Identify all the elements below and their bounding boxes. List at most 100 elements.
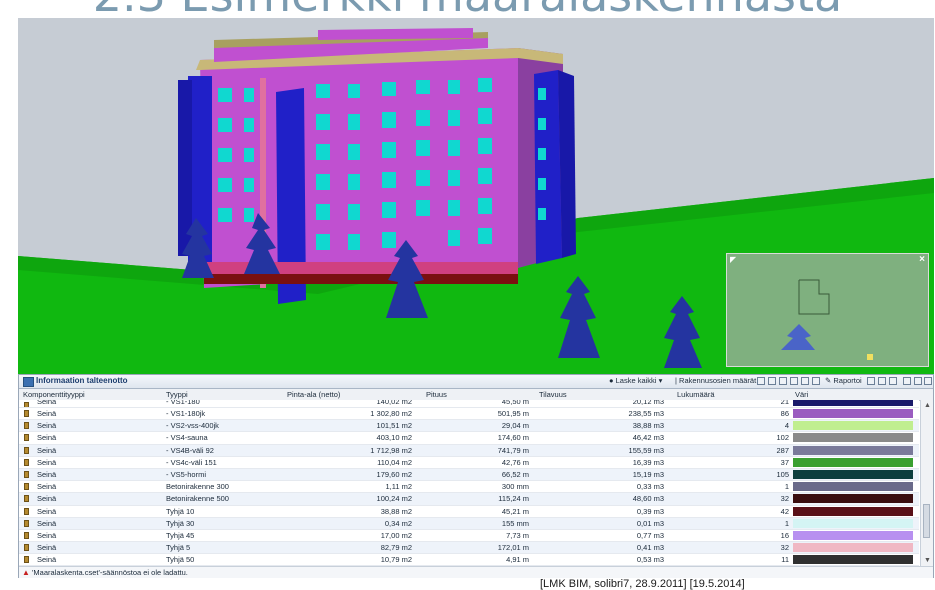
column-header-component[interactable]: Komponenttityyppi bbox=[23, 390, 85, 399]
minimap[interactable]: ◤ × bbox=[726, 253, 929, 367]
table-row[interactable]: Seinä Tyhjä 50 10,79 m2 4,91 m 0,53 m3 11 bbox=[19, 554, 919, 566]
cell-area: 179,60 m2 bbox=[376, 469, 412, 479]
cell-count: 21 bbox=[780, 400, 789, 406]
cell-type: - VS2-vss-400jk bbox=[166, 421, 219, 431]
cell-count: 1 bbox=[784, 518, 789, 528]
wall-icon bbox=[24, 519, 29, 527]
cell-volume: 20,12 m3 bbox=[632, 400, 664, 406]
cell-component: Seinä bbox=[37, 445, 57, 455]
foundation bbox=[204, 274, 518, 284]
wall-icon bbox=[24, 410, 29, 417]
status-message: 'Maaralaskenta.cset'-säännöstoa ei ole l… bbox=[32, 568, 188, 577]
color-swatch bbox=[793, 518, 913, 528]
table-row[interactable]: Seinä Betonirakenne 500 100,24 m2 115,24 m 4… bbox=[19, 493, 919, 506]
filter-icon[interactable] bbox=[889, 377, 897, 385]
collapse-icon[interactable] bbox=[878, 377, 886, 385]
cell-volume: 0,53 m3 bbox=[636, 555, 664, 565]
columns-icon[interactable] bbox=[812, 377, 820, 385]
cell-length: 42,76 m bbox=[501, 457, 529, 467]
cell-length: 174,60 m bbox=[497, 433, 529, 443]
scroll-down-icon[interactable]: ▼ bbox=[924, 557, 931, 564]
table-row[interactable]: Seinä - VS2-vss-400jk 101,51 m2 29,04 m 38,8… bbox=[19, 420, 919, 433]
building-parts-dropdown[interactable]: | Rakennusosien määrät ▾ bbox=[675, 376, 762, 385]
table-row[interactable]: Seinä - VS4-sauna 403,10 m2 174,60 m 46,42 m… bbox=[19, 432, 919, 445]
cell-area: 17,00 m2 bbox=[380, 530, 412, 540]
calc-all-label: Laske kaikki bbox=[615, 376, 657, 385]
cell-count: 86 bbox=[780, 409, 789, 418]
cell-count: 32 bbox=[780, 494, 789, 504]
scroll-thumb[interactable] bbox=[923, 504, 930, 538]
cell-component: Seinä bbox=[37, 506, 57, 516]
table-icon[interactable] bbox=[779, 377, 787, 385]
column-header-volume[interactable]: Tilavuus bbox=[539, 390, 567, 399]
cell-type: - VS4c-väli 151 bbox=[166, 457, 217, 467]
wall-icon bbox=[24, 495, 29, 503]
wall-icon bbox=[24, 507, 29, 515]
expand-icon[interactable] bbox=[867, 377, 875, 385]
open-folder-icon[interactable] bbox=[768, 377, 776, 385]
table-row[interactable]: Seinä Tyhjä 45 17,00 m2 7,73 m 0,77 m3 16 bbox=[19, 529, 919, 543]
model-viewport[interactable]: ◤ × bbox=[18, 18, 934, 374]
color-swatch bbox=[793, 433, 913, 443]
wall-icon bbox=[24, 434, 29, 442]
report-button[interactable]: ✎ Raportoi bbox=[825, 376, 862, 385]
cell-type: - VS4-sauna bbox=[166, 433, 208, 443]
wall-icon bbox=[24, 531, 29, 539]
color-swatch bbox=[793, 530, 913, 540]
calc-all-button[interactable]: ● Laske kaikki ▾ bbox=[609, 376, 662, 385]
cell-area: 82,79 m2 bbox=[380, 543, 412, 553]
cell-component: Seinä bbox=[37, 518, 57, 528]
column-header-count[interactable]: Lukumäärä bbox=[677, 390, 715, 399]
panel-header: Informaation talteenotto ● Laske kaikki … bbox=[19, 375, 933, 389]
export-icon[interactable] bbox=[801, 377, 809, 385]
vertical-scrollbar[interactable]: ▲ ▼ bbox=[920, 400, 933, 566]
cell-volume: 0,39 m3 bbox=[636, 506, 664, 516]
cell-volume: 46,42 m3 bbox=[632, 433, 664, 443]
cell-area: 10,79 m2 bbox=[380, 555, 412, 565]
table-row[interactable]: Seinä - VS1-180 140,02 m2 45,50 m 20,12 … bbox=[19, 400, 919, 408]
copy-icon[interactable] bbox=[790, 377, 798, 385]
status-bar: ▲ 'Maaralaskenta.cset'-säännöstoa ei ole… bbox=[19, 566, 933, 578]
cell-area: 101,51 m2 bbox=[376, 421, 412, 431]
cell-volume: 0,41 m3 bbox=[636, 543, 664, 553]
color-swatch bbox=[793, 506, 913, 516]
cell-length: 155 mm bbox=[501, 518, 529, 528]
cell-component: Seinä bbox=[37, 433, 57, 443]
cell-length: 115,24 m bbox=[498, 494, 529, 504]
cell-type: - VS5-hormi bbox=[166, 469, 207, 479]
cell-area: 110,04 m2 bbox=[377, 457, 412, 467]
cell-count: 4 bbox=[784, 421, 789, 431]
cell-volume: 0,33 m3 bbox=[636, 482, 664, 492]
wall-icon bbox=[24, 458, 29, 466]
cell-type: - VS1-180jk bbox=[166, 409, 206, 418]
column-header-area[interactable]: Pinta-ala (netto) bbox=[287, 390, 340, 399]
cell-volume: 155,59 m3 bbox=[628, 445, 664, 455]
table-row[interactable]: Seinä - VS5-hormi 179,60 m2 66,52 m 15,19 m3… bbox=[19, 468, 919, 482]
new-icon[interactable] bbox=[757, 377, 765, 385]
table-row[interactable]: Seinä - VS1-180jk 1 302,80 m2 501,95 m 238,5… bbox=[19, 408, 919, 421]
cell-component: Seinä bbox=[37, 482, 57, 492]
cell-component: Seinä bbox=[37, 400, 57, 406]
cell-count: 1 bbox=[784, 482, 789, 492]
table-row[interactable]: Seinä Betonirakenne 300 1,11 m2 300 mm 0,33 … bbox=[19, 481, 919, 494]
cell-area: 0,34 m2 bbox=[384, 518, 412, 528]
scroll-up-icon[interactable]: ▲ bbox=[924, 402, 931, 409]
table-row[interactable]: Seinä - VS4B-väli 92 1 712,98 m2 741,79 m 15… bbox=[19, 444, 919, 457]
close-panel-icon[interactable] bbox=[924, 377, 932, 385]
table-row[interactable]: Seinä - VS4c-väli 151 110,04 m2 42,76 m 16,3… bbox=[19, 456, 919, 469]
column-header-length[interactable]: Pituus bbox=[426, 390, 447, 399]
table-row[interactable]: Seinä Tyhjä 5 82,79 m2 172,01 m 0,41 m3 32 bbox=[19, 542, 919, 555]
cell-length: 501,95 m bbox=[497, 409, 529, 418]
cell-component: Seinä bbox=[37, 543, 57, 553]
cell-count: 37 bbox=[780, 457, 789, 467]
cell-volume: 15,19 m3 bbox=[632, 469, 664, 479]
table-row[interactable]: Seinä Tyhjä 30 0,34 m2 155 mm 0,01 m3 1 bbox=[19, 517, 919, 530]
column-header-type[interactable]: Tyyppi bbox=[166, 390, 188, 399]
column-header-color[interactable]: Väri bbox=[795, 390, 808, 399]
maximize-icon[interactable] bbox=[914, 377, 922, 385]
cell-type: Tyhjä 45 bbox=[166, 530, 195, 540]
minimize-icon[interactable] bbox=[903, 377, 911, 385]
cell-volume: 48,60 m3 bbox=[632, 494, 664, 504]
table-row[interactable]: Seinä Tyhjä 10 38,88 m2 45,21 m 0,39 m3 42 bbox=[19, 505, 919, 518]
cell-area: 403,10 m2 bbox=[376, 433, 412, 443]
